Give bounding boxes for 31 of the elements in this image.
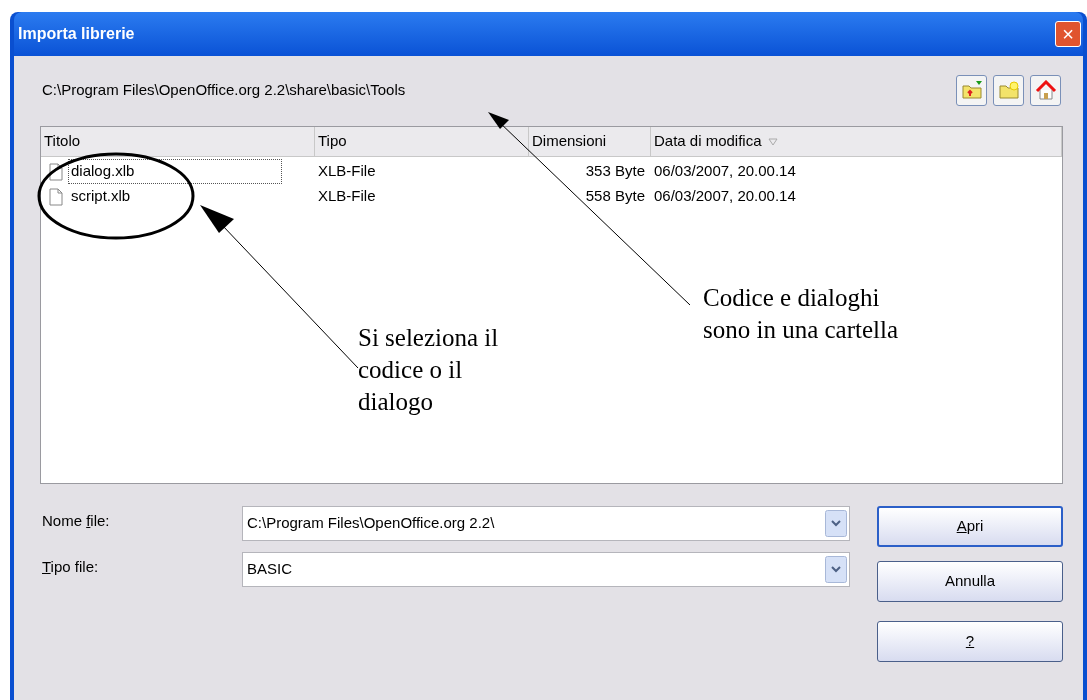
sort-down-icon: [767, 137, 778, 146]
file-name[interactable]: dialog.xlb: [69, 160, 281, 183]
table-cell-text: 06/03/2007, 20.00.14: [653, 161, 797, 182]
toolbar-button[interactable]: [993, 74, 1024, 106]
dialog-button[interactable]: ?: [877, 621, 1063, 662]
dialog-button[interactable]: Annulla: [877, 561, 1063, 602]
table-cell-text: XLB-File: [317, 161, 377, 182]
toolbar-button[interactable]: [1030, 74, 1061, 106]
table-cell-text: 353 Byte: [584, 161, 646, 182]
field-label: Tipo file:: [41, 557, 100, 577]
column-header[interactable]: Data di modifica: [651, 127, 1062, 156]
file-dropdown[interactable]: BASIC: [242, 552, 850, 587]
toolbar-button[interactable]: [956, 74, 987, 106]
file-dropdown[interactable]: C:\Program Files\OpenOffice.org 2.2\: [242, 506, 850, 541]
dialog-button[interactable]: Apri: [877, 506, 1063, 547]
close-button[interactable]: ×: [1055, 21, 1081, 47]
callout-text: Si seleziona il codice o il dialogo: [358, 323, 499, 417]
column-header[interactable]: Dimensioni: [529, 127, 651, 156]
home-icon: [1034, 80, 1057, 100]
new-folder-icon: [997, 80, 1020, 100]
file-name[interactable]: script.xlb: [69, 185, 281, 208]
column-header[interactable]: Titolo: [41, 127, 315, 156]
folder-up-icon: [960, 80, 983, 100]
table-cell-text: XLB-File: [317, 186, 377, 207]
file-icon: [49, 187, 63, 206]
callout-text: Codice e dialoghi sono in una cartella: [703, 283, 899, 345]
table-cell-text: 06/03/2007, 20.00.14: [653, 186, 797, 207]
field-label: Nome file:: [41, 511, 111, 531]
window-title: Importa librerie: [18, 24, 135, 44]
current-path: C:\Program Files\OpenOffice.org 2.2\share\basic\Tools: [41, 79, 406, 100]
table-cell-text: 558 Byte: [584, 186, 646, 207]
